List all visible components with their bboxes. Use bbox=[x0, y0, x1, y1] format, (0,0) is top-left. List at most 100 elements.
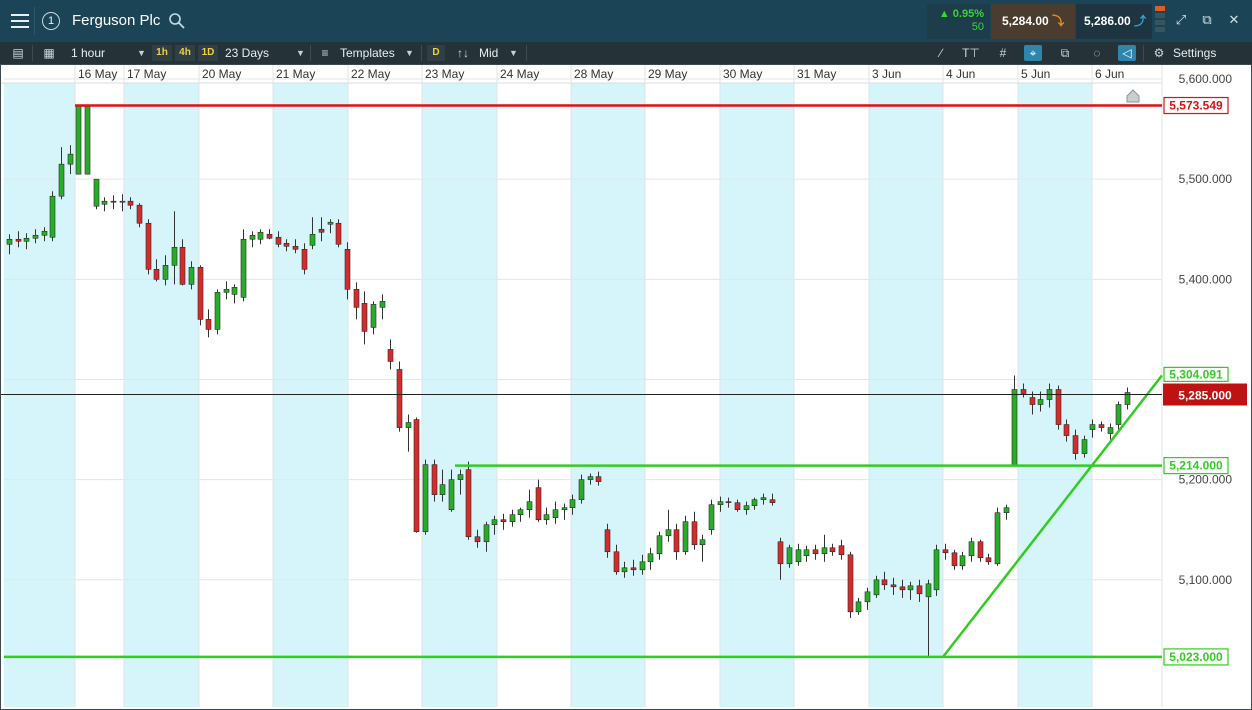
candle bbox=[257, 229, 264, 245]
candle-body bbox=[1063, 424, 1070, 436]
gear-icon[interactable]: ⚙ bbox=[1150, 45, 1168, 61]
draw-line-icon[interactable]: ∕ bbox=[932, 45, 950, 61]
interval-select[interactable]: 1 hour bbox=[71, 42, 105, 64]
candle-body bbox=[136, 204, 143, 224]
candle-body bbox=[743, 505, 750, 510]
sell-price-button[interactable]: 5,284.00 ⤵ bbox=[991, 4, 1075, 39]
quick-4h-button[interactable]: 4h bbox=[175, 45, 195, 61]
candle bbox=[1115, 401, 1122, 430]
candle bbox=[526, 489, 533, 518]
expand-icon[interactable]: ⤢ bbox=[1171, 10, 1191, 30]
price-chart[interactable]: 5,600.000 5,500.000 5,400.000 5,200.000 5,10… bbox=[0, 64, 1252, 710]
candle-body bbox=[691, 521, 698, 546]
indicator-icon[interactable]: ◌ bbox=[1088, 45, 1106, 61]
candle-body bbox=[145, 222, 152, 270]
candle bbox=[535, 479, 542, 522]
resistance-price-label: 5,573.549 bbox=[1169, 99, 1223, 113]
candle bbox=[665, 509, 672, 542]
candle-body bbox=[734, 502, 741, 510]
candle bbox=[821, 534, 828, 562]
candle-body bbox=[84, 105, 91, 175]
candle-body bbox=[491, 519, 498, 526]
candle-body bbox=[656, 535, 663, 555]
candle bbox=[561, 503, 568, 520]
candle bbox=[829, 543, 836, 556]
candle-body bbox=[58, 163, 65, 197]
candle-body bbox=[110, 200, 117, 203]
templates-icon[interactable]: ≡ bbox=[316, 45, 334, 61]
candle bbox=[387, 339, 394, 370]
popout-icon[interactable]: ⧉ bbox=[1197, 10, 1217, 30]
candle-body bbox=[509, 514, 516, 523]
candle bbox=[552, 501, 559, 524]
candle-body bbox=[405, 422, 412, 428]
candle-body bbox=[1072, 435, 1079, 454]
candle-body bbox=[985, 557, 992, 563]
candle-body bbox=[673, 529, 680, 553]
quick-1h-button[interactable]: 1h bbox=[152, 45, 172, 61]
date-label: 30 May bbox=[723, 67, 762, 81]
candle-body bbox=[1020, 389, 1027, 394]
candle bbox=[361, 291, 368, 345]
tag-icon[interactable]: ◁ bbox=[1118, 45, 1136, 61]
candle bbox=[1011, 375, 1018, 466]
candle-body bbox=[179, 246, 186, 285]
layers-icon[interactable]: ⧉ bbox=[1056, 45, 1074, 61]
text-icon[interactable]: T⊤ bbox=[962, 45, 980, 61]
price-type-select[interactable]: Mid bbox=[479, 42, 498, 64]
candle-body bbox=[344, 248, 351, 290]
chevron-down-icon[interactable]: ▼ bbox=[137, 42, 146, 64]
instrument-title: Ferguson Plc bbox=[72, 12, 161, 29]
candle-icon[interactable]: ↑↓ bbox=[454, 45, 472, 61]
candle-body bbox=[864, 591, 871, 603]
candle bbox=[1003, 504, 1010, 520]
range-select[interactable]: 23 Days bbox=[225, 42, 269, 64]
window-number-badge[interactable]: 1 bbox=[42, 12, 60, 30]
candle-body bbox=[457, 474, 464, 480]
range-value: 23 Days bbox=[225, 46, 270, 60]
candle-body bbox=[769, 499, 776, 503]
buy-price-button[interactable]: 5,286.00 ⤴ bbox=[1076, 4, 1152, 39]
title-bar: 1 Ferguson Plc ▲ 0.95% 50 5,284.00 ⤵ 5,2… bbox=[0, 0, 1252, 42]
candle-body bbox=[561, 507, 568, 510]
candle-body bbox=[223, 289, 230, 293]
quick-1d-button[interactable]: 1D bbox=[198, 45, 218, 61]
templates-button[interactable]: Templates bbox=[340, 42, 395, 64]
search-icon[interactable] bbox=[168, 12, 186, 30]
date-label: 29 May bbox=[648, 67, 687, 81]
candle-body bbox=[821, 547, 828, 555]
candle bbox=[422, 459, 429, 535]
candle-body bbox=[708, 504, 715, 531]
close-icon[interactable]: ✕ bbox=[1224, 10, 1244, 30]
price-chart-svg[interactable]: 5,600.000 5,500.000 5,400.000 5,200.000 5,10… bbox=[0, 64, 1252, 710]
home-marker-icon[interactable] bbox=[1126, 89, 1140, 103]
candle-body bbox=[15, 238, 22, 242]
candle bbox=[249, 231, 256, 248]
candle bbox=[1098, 421, 1105, 432]
candle-body bbox=[916, 585, 923, 595]
d-button[interactable]: D bbox=[427, 45, 445, 61]
candle-body bbox=[197, 267, 204, 320]
candle bbox=[699, 534, 706, 562]
candle-body bbox=[838, 545, 845, 556]
chevron-down-icon[interactable]: ▼ bbox=[405, 42, 414, 64]
layout-icon[interactable]: ▦ bbox=[40, 45, 58, 61]
candle bbox=[110, 195, 117, 210]
list-icon[interactable]: ▤ bbox=[9, 45, 27, 61]
candle-body bbox=[327, 221, 334, 225]
crosshair-icon[interactable]: ⌖ bbox=[1024, 45, 1042, 61]
candle bbox=[795, 543, 802, 566]
candle bbox=[205, 309, 212, 338]
date-label: 21 May bbox=[276, 67, 315, 81]
candle bbox=[942, 543, 949, 560]
candle bbox=[101, 197, 108, 212]
candle-body bbox=[855, 601, 862, 613]
grid-icon[interactable]: # bbox=[994, 45, 1012, 61]
candle bbox=[812, 544, 819, 560]
date-label: 17 May bbox=[127, 67, 166, 81]
candle-body bbox=[595, 476, 602, 482]
chevron-down-icon[interactable]: ▼ bbox=[509, 42, 518, 64]
hamburger-icon[interactable] bbox=[5, 7, 35, 35]
chevron-down-icon[interactable]: ▼ bbox=[296, 42, 305, 64]
settings-button[interactable]: Settings bbox=[1173, 42, 1216, 64]
